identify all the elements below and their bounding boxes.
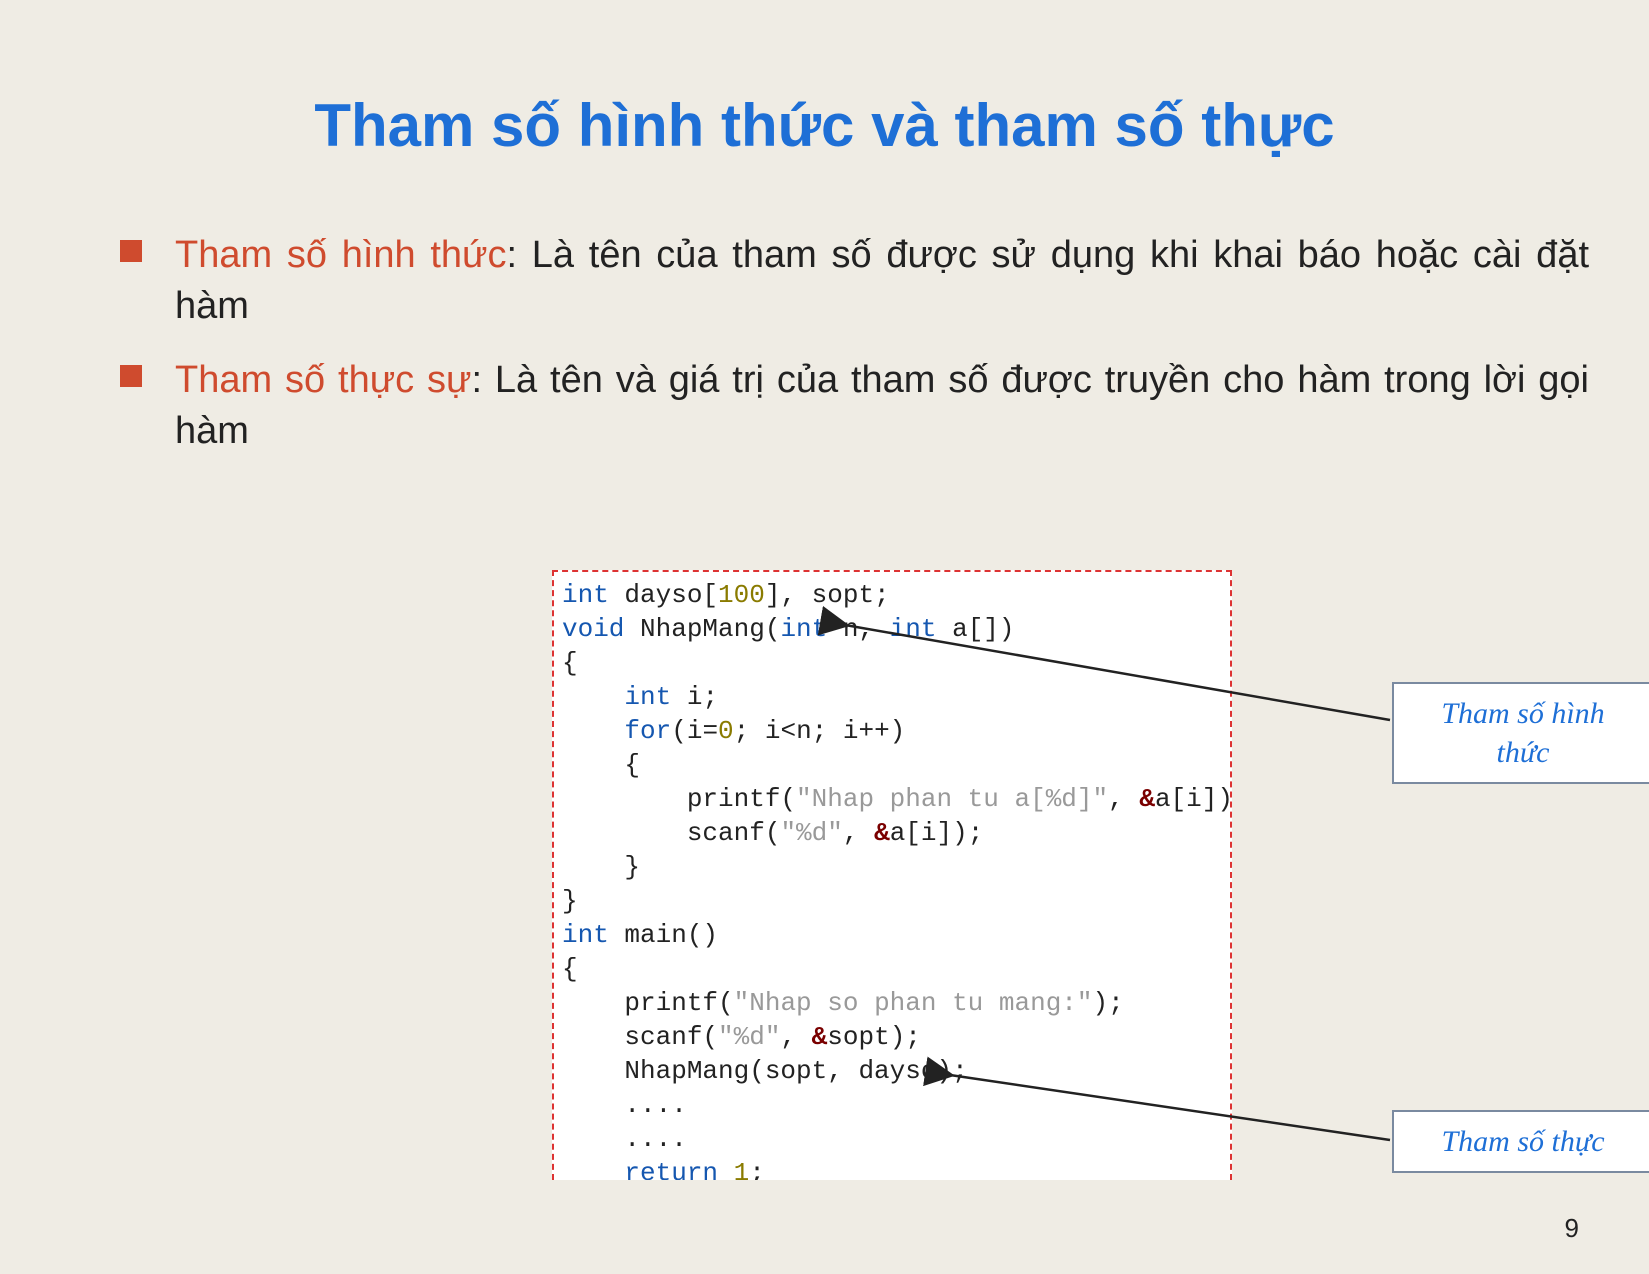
callout-text: Tham số hình bbox=[1441, 697, 1604, 730]
code-line: { bbox=[562, 952, 1222, 986]
page-number: 9 bbox=[1565, 1213, 1579, 1244]
code-line: return 1; bbox=[562, 1156, 1222, 1180]
bullet-highlight: Tham số thực sự bbox=[175, 359, 471, 401]
code-line: NhapMang(sopt, dayso); bbox=[562, 1054, 1222, 1088]
square-bullet-icon bbox=[120, 240, 142, 262]
code-line: int main() bbox=[562, 918, 1222, 952]
code-line: { bbox=[562, 646, 1222, 680]
bullet-item: Tham số hình thức: Là tên của tham số đư… bbox=[120, 230, 1589, 333]
callout-text: Tham số thực bbox=[1441, 1125, 1604, 1158]
code-line: void NhapMang(int n, int a[]) bbox=[562, 612, 1222, 646]
code-line: .... bbox=[562, 1122, 1222, 1156]
code-line: scanf("%d", &a[i]); bbox=[562, 816, 1222, 850]
code-line: printf("Nhap so phan tu mang:"); bbox=[562, 986, 1222, 1020]
bullet-highlight: Tham số hình thức bbox=[175, 234, 507, 276]
callout-actual-param: Tham số thực bbox=[1392, 1110, 1649, 1173]
code-line: { bbox=[562, 748, 1222, 782]
bullet-item: Tham số thực sự: Là tên và giá trị của t… bbox=[120, 355, 1589, 458]
code-line: int i; bbox=[562, 680, 1222, 714]
callout-formal-param: Tham số hình thức bbox=[1392, 682, 1649, 784]
code-line: for(i=0; i<n; i++) bbox=[562, 714, 1222, 748]
code-line: scanf("%d", &sopt); bbox=[562, 1020, 1222, 1054]
code-line: int dayso[100], sopt; bbox=[562, 578, 1222, 612]
slide: Tham số hình thức và tham số thực Tham s… bbox=[0, 0, 1649, 1274]
bullet-list: Tham số hình thức: Là tên của tham số đư… bbox=[120, 230, 1589, 479]
code-block: int dayso[100], sopt; void NhapMang(int … bbox=[552, 570, 1232, 1180]
code-line: } bbox=[562, 884, 1222, 918]
square-bullet-icon bbox=[120, 365, 142, 387]
slide-title: Tham số hình thức và tham số thực bbox=[0, 90, 1649, 162]
code-line: printf("Nhap phan tu a[%d]", &a[i]); bbox=[562, 782, 1222, 816]
code-line: .... bbox=[562, 1088, 1222, 1122]
code-line: } bbox=[562, 850, 1222, 884]
callout-text: thức bbox=[1496, 736, 1549, 769]
